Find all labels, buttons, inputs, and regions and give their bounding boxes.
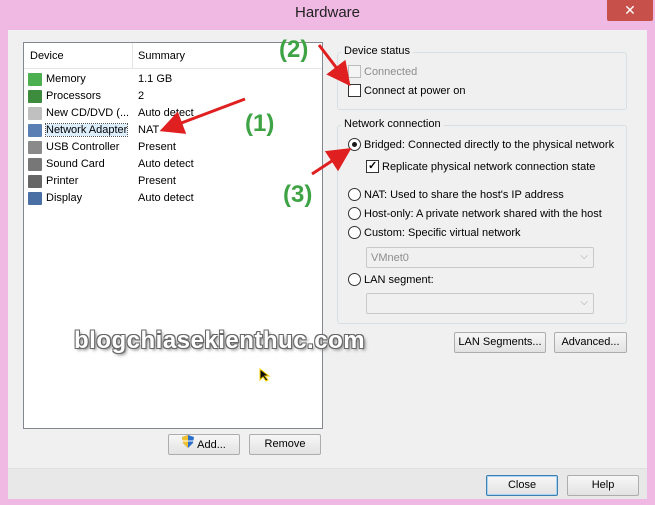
- watermark: blogchiasekienthuc.com: [74, 327, 366, 354]
- arrow-to-connect-at-power-on: [317, 44, 351, 87]
- mouse-cursor-icon: [259, 367, 271, 385]
- annotation-arrows: [159, 44, 352, 176]
- arrow-to-bridged: [311, 148, 352, 176]
- arrow-to-nat: [159, 97, 246, 134]
